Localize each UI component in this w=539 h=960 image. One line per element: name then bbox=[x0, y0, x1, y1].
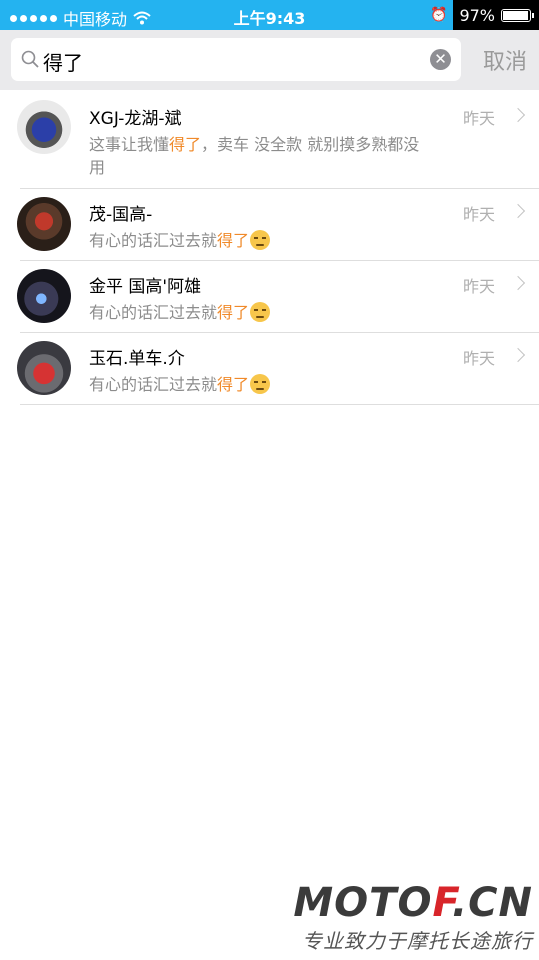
search-match: 得了 bbox=[217, 303, 250, 322]
contact-name: XGJ-龙湖-斌 bbox=[89, 109, 182, 129]
chat-result-row[interactable]: 金平 国高'阿雄 昨天 有心的话汇过去就得了 bbox=[17, 261, 539, 333]
avatar bbox=[17, 100, 71, 154]
message-snippet: 有心的话汇过去就得了 bbox=[89, 229, 429, 252]
battery-icon bbox=[501, 8, 534, 22]
cancel-button[interactable]: 取消 bbox=[483, 44, 527, 76]
chevron-right-icon bbox=[510, 275, 526, 291]
result-date: 昨天 bbox=[462, 109, 495, 128]
watermark: MOTOF.CN 专业致力于摩托长途旅行 bbox=[293, 883, 533, 954]
contact-name: 茂-国高- bbox=[89, 205, 153, 225]
unamused-face-emoji-icon bbox=[250, 230, 271, 250]
search-match: 得了 bbox=[217, 231, 250, 250]
search-match: 得了 bbox=[217, 375, 250, 394]
result-date: 昨天 bbox=[462, 349, 495, 368]
search-match: 得了 bbox=[169, 135, 202, 154]
chat-result-row[interactable]: XGJ-龙湖-斌 昨天 这事让我懂得了，卖车 没全款 就别摸多熟都没用 bbox=[17, 90, 539, 189]
watermark-slogan: 专业致力于摩托长途旅行 bbox=[302, 929, 533, 953]
search-input[interactable]: 得了 ✕ bbox=[11, 38, 461, 81]
result-date: 昨天 bbox=[462, 277, 495, 296]
chat-result-row[interactable]: 茂-国高- 昨天 有心的话汇过去就得了 bbox=[17, 189, 539, 261]
unamused-face-emoji-icon bbox=[250, 302, 271, 322]
chat-result-row[interactable]: 玉石.单车.介 昨天 有心的话汇过去就得了 bbox=[17, 333, 539, 405]
contact-name: 金平 国高'阿雄 bbox=[89, 277, 202, 297]
message-snippet: 有心的话汇过去就得了 bbox=[89, 373, 429, 396]
chevron-right-icon bbox=[510, 347, 526, 363]
battery-percent: 97% bbox=[459, 5, 495, 25]
message-snippet: 这事让我懂得了，卖车 没全款 就别摸多熟都没用 bbox=[89, 135, 420, 177]
search-bar: 得了 ✕ 取消 bbox=[0, 30, 539, 90]
avatar bbox=[17, 341, 71, 395]
clear-search-icon[interactable]: ✕ bbox=[430, 49, 451, 70]
avatar bbox=[17, 197, 71, 251]
search-icon bbox=[21, 50, 39, 68]
alarm-icon: ⏰ bbox=[430, 7, 448, 23]
message-snippet: 有心的话汇过去就得了 bbox=[89, 301, 429, 324]
avatar bbox=[17, 269, 71, 323]
search-result-list: XGJ-龙湖-斌 昨天 这事让我懂得了，卖车 没全款 就别摸多熟都没用 茂-国高… bbox=[0, 90, 539, 405]
chevron-right-icon bbox=[510, 107, 526, 123]
chevron-right-icon bbox=[510, 203, 526, 219]
result-date: 昨天 bbox=[462, 205, 495, 224]
contact-name: 玉石.单车.介 bbox=[89, 349, 185, 369]
watermark-logo: MOTOF.CN bbox=[293, 880, 533, 926]
unamused-face-emoji-icon bbox=[250, 374, 271, 394]
status-bar: 中国移动 上午9:43 ⏰ 97% bbox=[0, 0, 539, 30]
search-query: 得了 bbox=[43, 51, 83, 75]
